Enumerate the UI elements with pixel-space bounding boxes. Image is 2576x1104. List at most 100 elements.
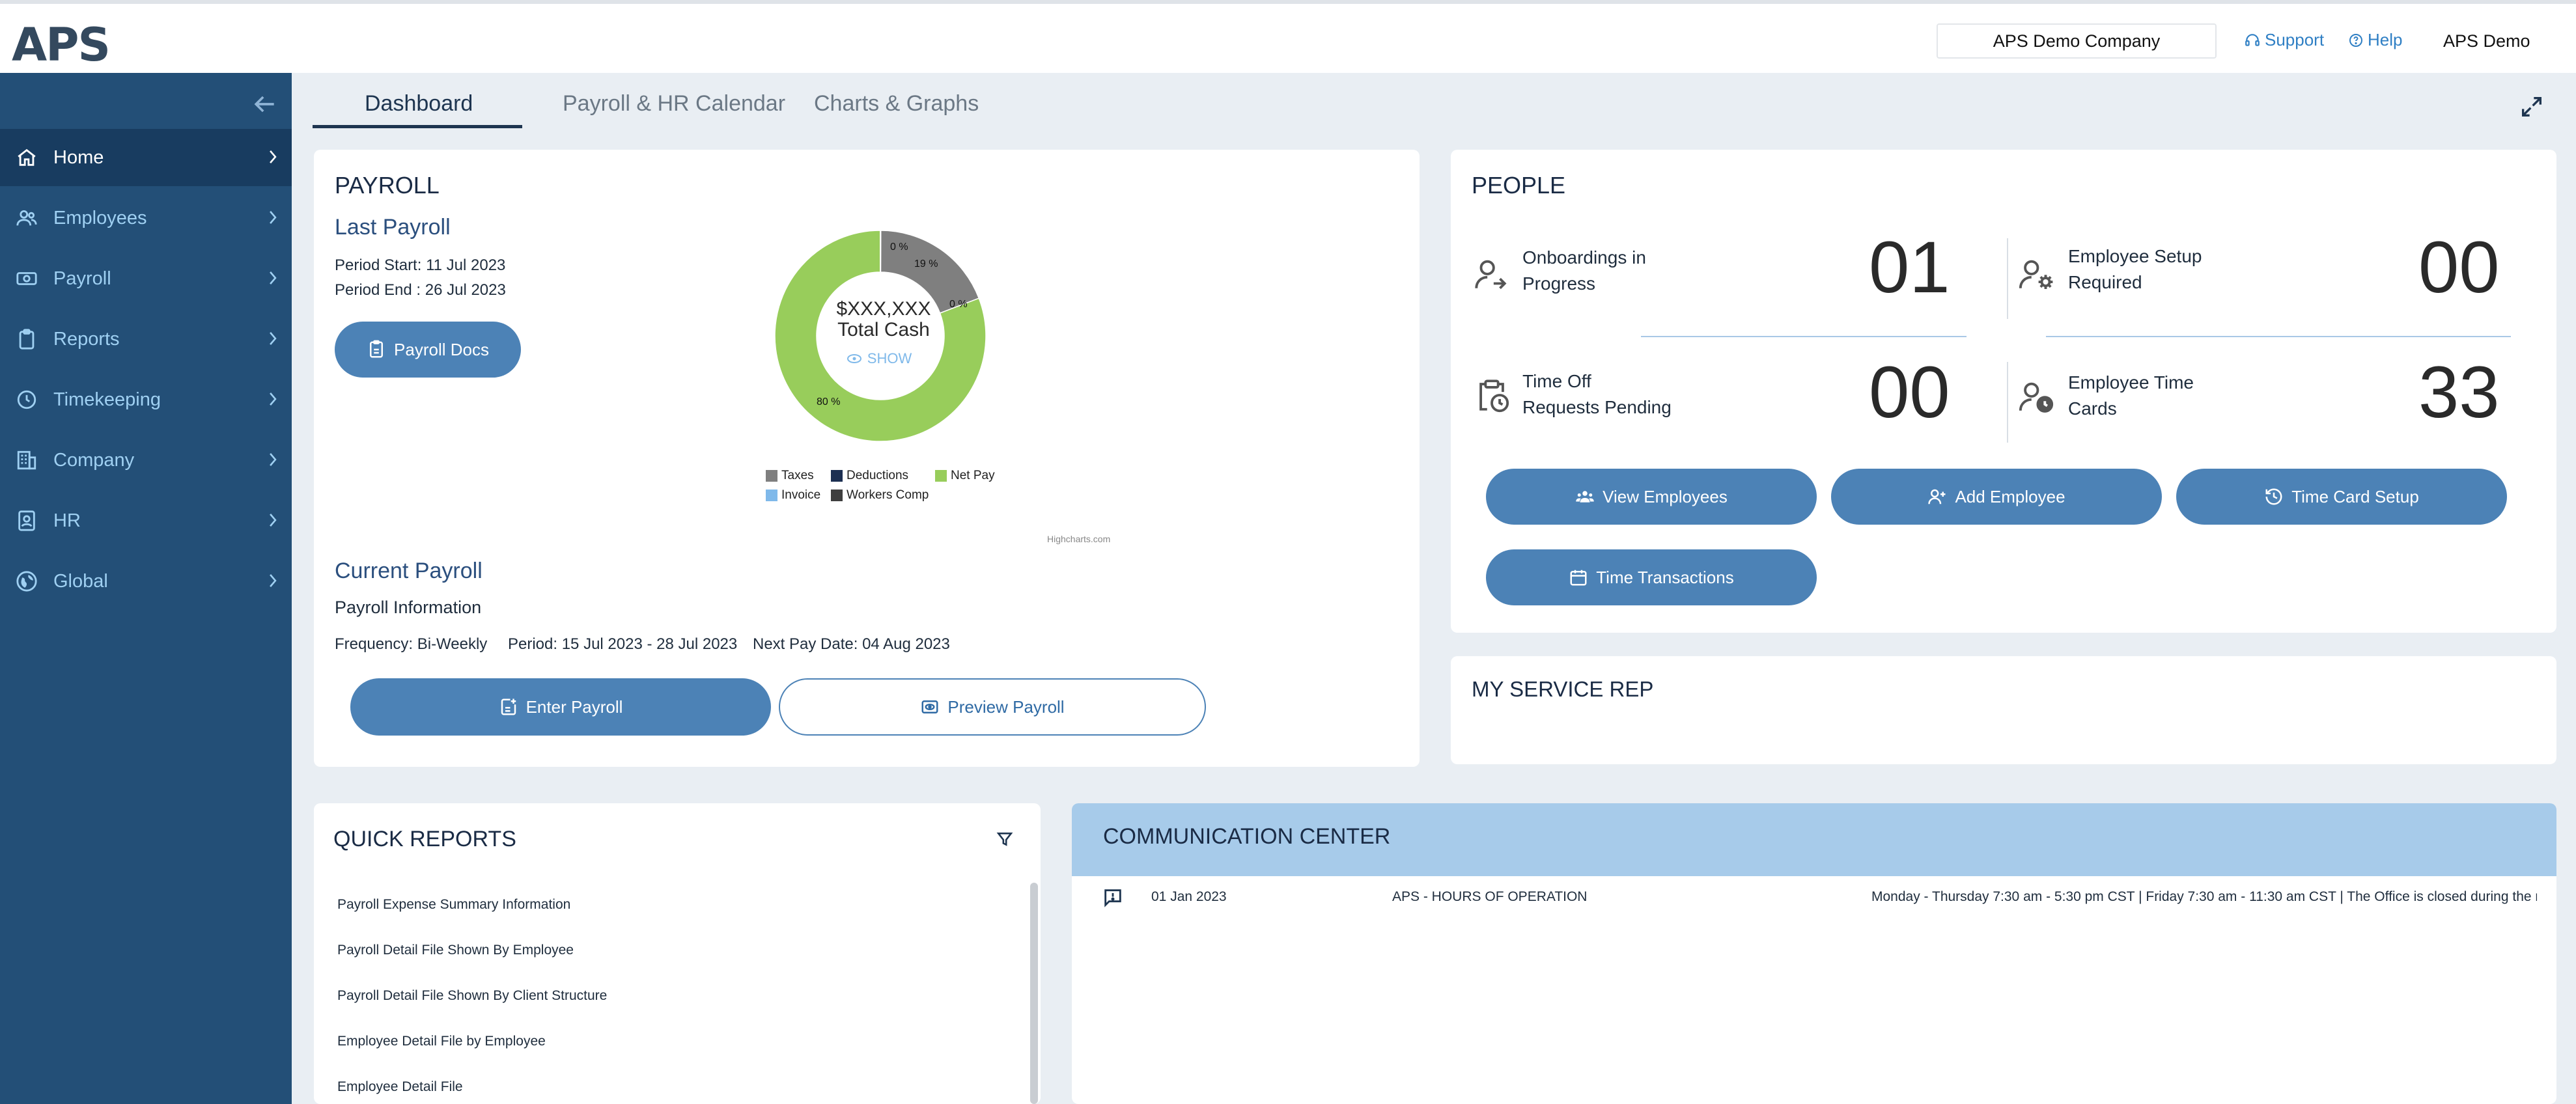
legend-item-workers-comp[interactable]: Workers Comp: [831, 488, 929, 503]
stat-separator: [1641, 336, 1967, 337]
legend-label: Taxes: [781, 469, 814, 482]
tab-dashboard[interactable]: Dashboard: [365, 91, 473, 117]
active-tab-indicator: [313, 125, 522, 128]
user-clock-icon: [2019, 382, 2054, 413]
donut-slice-workers-comp[interactable]: [880, 230, 882, 273]
view-employees-button[interactable]: View Employees: [1486, 469, 1817, 525]
preview-payroll-button[interactable]: Preview Payroll: [779, 678, 1206, 736]
sidebar-item-company[interactable]: Company: [0, 432, 292, 489]
filter-icon[interactable]: [996, 831, 1013, 848]
onboardings-label: Onboardings in Progress: [1522, 245, 1646, 297]
legend-item-invoice[interactable]: Invoice: [766, 488, 820, 503]
message-date: 01 Jan 2023: [1151, 889, 1227, 904]
tab-charts-graphs[interactable]: Charts & Graphs: [814, 91, 979, 117]
sidebar-item-home[interactable]: Home: [0, 129, 292, 186]
user-arrow-icon: [1475, 260, 1507, 290]
payroll-docs-label: Payroll Docs: [394, 339, 489, 359]
calendar-icon: [1570, 570, 1587, 586]
users-icon: [16, 210, 37, 226]
chevron-right-icon: [270, 574, 277, 587]
report-item[interactable]: Payroll Expense Summary Information: [337, 897, 570, 913]
user-plus-icon: [1928, 489, 1946, 504]
aps-logo[interactable]: APS: [12, 18, 111, 72]
support-link[interactable]: Support: [2244, 30, 2324, 50]
add-employee-button[interactable]: Add Employee: [1831, 469, 2162, 525]
employee-setup-label-line1: Employee Setup: [2068, 246, 2202, 266]
slice-label-right: 0 %: [949, 299, 968, 310]
help-link[interactable]: Help: [2348, 30, 2402, 50]
help-circle-icon: [2349, 33, 2362, 47]
company-selector[interactable]: APS Demo Company: [1937, 23, 2217, 59]
time-off-count[interactable]: 00: [1869, 350, 1950, 434]
legend-label: Workers Comp: [847, 488, 929, 502]
message-subject[interactable]: APS - HOURS OF OPERATION: [1392, 889, 1587, 905]
chevron-right-icon: [270, 393, 277, 406]
legend-item-deductions[interactable]: Deductions: [831, 469, 908, 483]
legend-item-net-pay[interactable]: Net Pay: [935, 469, 995, 483]
chevron-right-icon: [270, 150, 277, 163]
sidebar-item-hr[interactable]: HR: [0, 492, 292, 549]
employee-setup-label: Employee Setup Required: [2068, 243, 2202, 296]
onboardings-count[interactable]: 01: [1869, 225, 1950, 309]
legend-swatch: [831, 490, 843, 501]
users-icon: [1576, 491, 1594, 503]
employee-time-cards-label-line2: Cards: [2068, 398, 2117, 419]
time-transactions-button[interactable]: Time Transactions: [1486, 549, 1817, 605]
clipboard-clock-icon: [1479, 380, 1509, 413]
payroll-docs-button[interactable]: Payroll Docs: [335, 322, 521, 378]
chart-credit[interactable]: Highcharts.com: [1047, 534, 1110, 544]
legend-label: Net Pay: [951, 469, 995, 482]
enter-payroll-button[interactable]: Enter Payroll: [350, 678, 771, 736]
legend-item-taxes[interactable]: Taxes: [766, 469, 814, 483]
arrow-left-icon[interactable]: [250, 90, 279, 118]
stat-divider: [2007, 238, 2008, 319]
sidebar-item-employees[interactable]: Employees: [0, 189, 292, 247]
time-card-setup-button[interactable]: Time Card Setup: [2176, 469, 2507, 525]
tab-payroll-hr-calendar[interactable]: Payroll & HR Calendar: [563, 91, 785, 117]
current-payroll-heading: Current Payroll: [335, 559, 483, 583]
expand-icon[interactable]: [2519, 94, 2545, 120]
chevron-right-icon: [270, 332, 277, 345]
user-gear-icon: [2019, 260, 2053, 289]
time-card-setup-label: Time Card Setup: [2291, 486, 2419, 506]
sidebar-item-global[interactable]: Global: [0, 553, 292, 610]
sidebar-item-timekeeping[interactable]: Timekeeping: [0, 371, 292, 428]
service-rep-card: [1451, 656, 2556, 764]
legend-label: Invoice: [781, 488, 821, 502]
message-alert-icon: [1104, 889, 1121, 907]
stat-divider: [2007, 362, 2008, 443]
chevron-right-icon: [270, 453, 277, 466]
sidebar-item-label: Employees: [53, 207, 147, 228]
report-item[interactable]: Employee Detail File by Employee: [337, 1034, 546, 1049]
legend-swatch: [831, 470, 843, 482]
employee-setup-label-line2: Required: [2068, 272, 2142, 292]
help-label: Help: [2368, 30, 2403, 49]
communication-title: COMMUNICATION CENTER: [1103, 824, 1391, 849]
employee-setup-count[interactable]: 00: [2418, 225, 2500, 309]
sidebar-item-payroll[interactable]: Payroll: [0, 250, 292, 307]
time-off-label: Time Off Requests Pending: [1522, 368, 1672, 421]
period-start: Period Start: 11 Jul 2023: [335, 256, 506, 274]
history-icon: [2265, 488, 2282, 505]
employee-time-cards-count[interactable]: 33: [2418, 350, 2500, 434]
report-item[interactable]: Employee Detail File: [337, 1079, 463, 1095]
sidebar-item-label: Timekeeping: [53, 389, 161, 410]
time-off-label-line2: Requests Pending: [1522, 397, 1672, 417]
sidebar-item-reports[interactable]: Reports: [0, 310, 292, 368]
support-label: Support: [2265, 30, 2325, 49]
report-item[interactable]: Payroll Detail File Shown By Employee: [337, 943, 574, 958]
reports-scrollbar[interactable]: [1030, 883, 1038, 1104]
payroll-title: PAYROLL: [335, 172, 440, 199]
report-item[interactable]: Payroll Detail File Shown By Client Stru…: [337, 988, 607, 1004]
next-pay-date: Next Pay Date: 04 Aug 2023: [753, 635, 950, 653]
sidebar-item-label: Payroll: [53, 268, 111, 289]
donut-show-toggle[interactable]: SHOW: [867, 350, 912, 366]
eye-icon: [847, 354, 861, 363]
sidebar-item-label: Global: [53, 570, 108, 592]
service-rep-title: MY SERVICE REP: [1472, 677, 1654, 701]
view-employees-label: View Employees: [1603, 486, 1728, 506]
chevron-right-icon: [270, 271, 277, 284]
pay-frequency: Frequency: Bi-Weekly: [335, 635, 488, 653]
slice-label-taxes: 19 %: [914, 258, 938, 269]
user-menu[interactable]: APS Demo: [2443, 31, 2530, 51]
